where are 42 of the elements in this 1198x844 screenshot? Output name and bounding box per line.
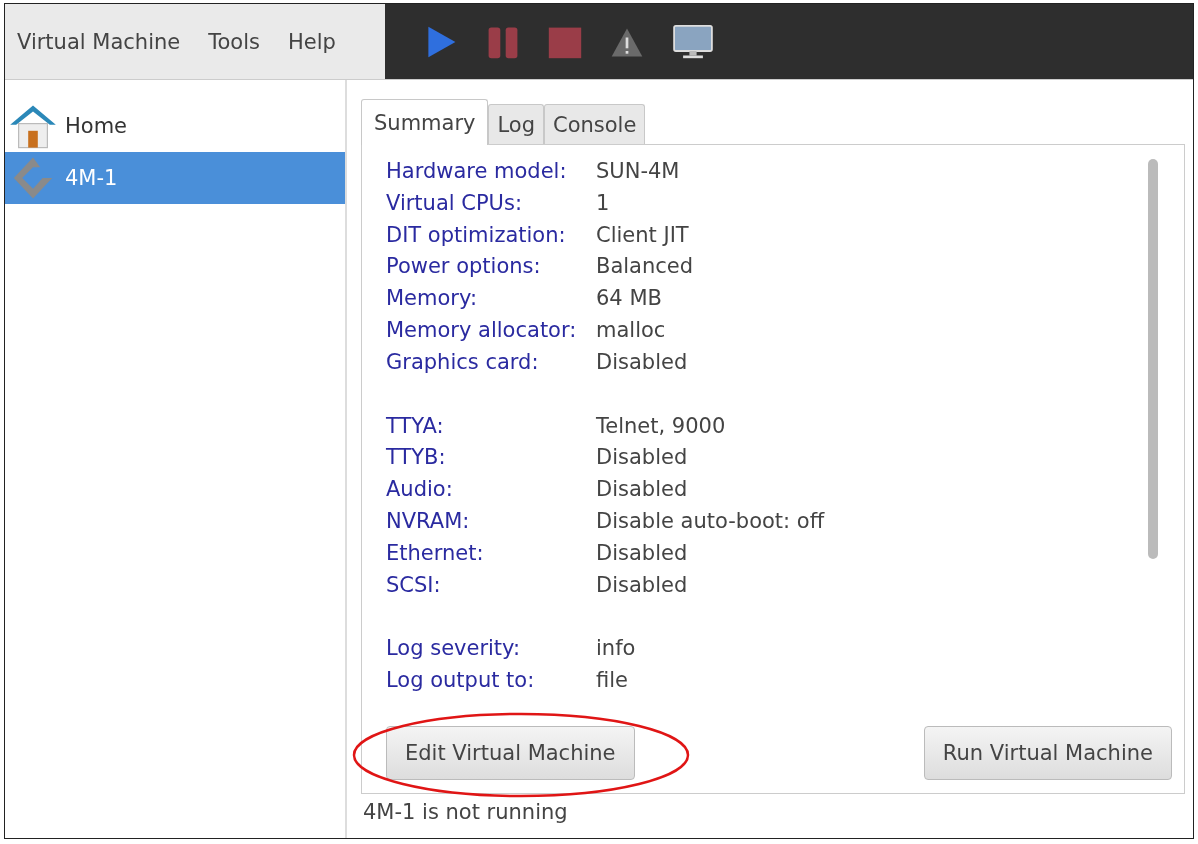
field-value: Telnet, 9000	[596, 413, 726, 440]
field-label: DIT optimization:	[386, 222, 567, 249]
edit-button[interactable]: Edit Virtual Machine	[386, 725, 635, 780]
field-label: TTYA:	[386, 413, 445, 440]
field-label: SCSI:	[386, 572, 442, 599]
field-label: Hardware model:	[386, 159, 568, 185]
field-value: SUN-4M	[596, 159, 680, 185]
field-label: Power options:	[386, 254, 542, 281]
field-value: malloc	[596, 318, 666, 344]
field-value: Client JIT	[596, 222, 689, 249]
menu-item[interactable]: Help	[287, 29, 336, 54]
menu-item[interactable]: Virtual Machine	[17, 29, 181, 54]
menu-item[interactable]: Tools	[208, 29, 260, 54]
field-label: Audio:	[386, 477, 454, 504]
field-label: Graphics card:	[386, 349, 540, 376]
field-value: 1	[596, 190, 610, 217]
tab[interactable]: Summary	[361, 99, 489, 145]
field-value: Disabled	[596, 445, 688, 472]
field-label: Memory:	[386, 286, 478, 313]
field-label: Log severity:	[386, 636, 522, 663]
field-value: file	[596, 668, 628, 695]
field-value: Disabled	[596, 572, 688, 599]
field-value: Balanced	[596, 254, 694, 281]
sidebar-item[interactable]: Home	[5, 100, 345, 152]
field-value: Disabled	[596, 477, 688, 504]
field-label: Log output to:	[386, 668, 536, 695]
tab[interactable]: Console	[544, 104, 646, 144]
field-label: Virtual CPUs:	[386, 190, 523, 217]
tab[interactable]: Log	[488, 104, 544, 144]
field-value: Disabled	[596, 540, 688, 567]
monitor-icon[interactable]	[671, 23, 715, 60]
field-label: NVRAM:	[386, 508, 471, 535]
field-label: TTYB:	[386, 445, 447, 472]
field-label: Ethernet:	[386, 540, 485, 567]
run-button[interactable]: Run Virtual Machine	[923, 725, 1172, 780]
field-value: Disable auto-boot: off	[596, 508, 825, 535]
field-value: info	[596, 636, 636, 663]
field-value: Disabled	[596, 349, 688, 376]
status-text: 4M-1 is not running	[362, 799, 569, 824]
scrollbar-thumb[interactable]	[1148, 159, 1158, 559]
field-label: Memory allocator:	[386, 318, 578, 344]
field-value: 64 MB	[596, 286, 662, 313]
